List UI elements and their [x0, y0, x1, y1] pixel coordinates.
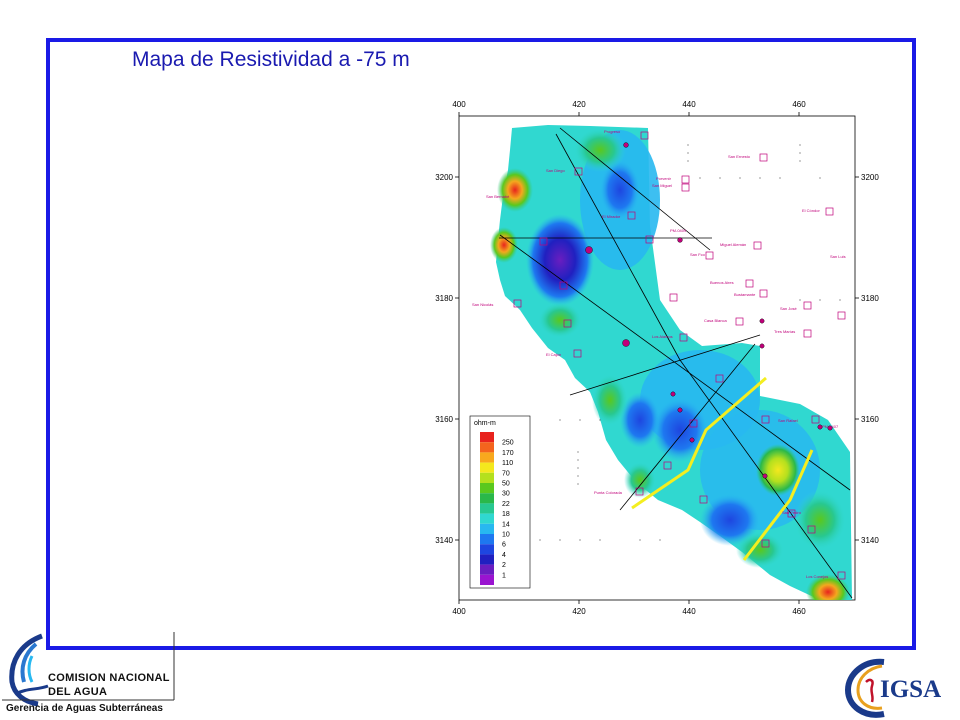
site-label: Casa Blanca	[704, 318, 727, 323]
site-label: El Mirador	[602, 214, 621, 219]
site-label: Buenos Aires	[710, 280, 734, 285]
color-legend: ohm-m 250 170 110 70 50 30 22 18 14 10 6 4 2 1	[469, 415, 531, 589]
legend-value-label: 22	[502, 501, 510, 508]
site-label: Tres Marías	[774, 329, 795, 334]
site-label: San Diego	[546, 168, 565, 173]
conagua-name-line2: DEL AGUA	[48, 686, 108, 698]
legend-value-label: 70	[502, 470, 510, 477]
legend-box	[469, 415, 531, 589]
y-tick-label: 3180	[435, 294, 453, 303]
y-tick-label: 3160	[861, 415, 879, 424]
site-label: Porvenir	[656, 176, 672, 181]
site-label: Miguel Alemán	[720, 242, 746, 247]
x-tick-label: 460	[792, 100, 806, 109]
site-label: El Cajón	[546, 352, 561, 357]
legend-swatch	[480, 452, 494, 463]
site-label: PM-0409	[670, 228, 687, 233]
conagua-subtitle: Gerencia de Aguas Subterráneas	[6, 703, 163, 714]
legend-value-label: 2	[502, 562, 506, 569]
legend-value-label: 1	[502, 572, 506, 579]
site-label: San Nicolás	[472, 302, 493, 307]
site-label: San José	[780, 306, 797, 311]
legend-swatch	[480, 523, 494, 534]
legend-swatch	[480, 503, 494, 514]
x-tick-label: 460	[792, 607, 806, 616]
resistivity-map: Progreso San Ernesto San Diego Porvenir …	[435, 100, 879, 616]
legend-value-label: 250	[502, 440, 514, 447]
site-label: San Miguel	[652, 183, 672, 188]
conagua-name-line1: COMISION NACIONAL	[48, 672, 170, 684]
site-label: Los Alamos	[652, 334, 673, 339]
legend-value-label: 110	[502, 460, 513, 467]
legend-value-label: 6	[502, 542, 506, 549]
legend-swatch	[480, 554, 494, 565]
legend-swatch	[480, 472, 494, 483]
site-label: San Luis	[830, 254, 846, 259]
legend-value-label: 18	[502, 511, 510, 518]
x-tick-label: 400	[452, 100, 466, 109]
site-label: Punta Colorada	[594, 490, 623, 495]
site-label: El Cóndor	[802, 208, 820, 213]
site-label: San Pedro	[782, 510, 802, 515]
legend-value-label: 10	[502, 532, 510, 539]
legend-value-label: 50	[502, 481, 510, 488]
x-tick-label: 440	[682, 100, 696, 109]
legend-swatch	[480, 564, 494, 575]
legend-value-label: 30	[502, 491, 510, 498]
site-label: San Fco	[690, 252, 706, 257]
x-tick-label: 440	[682, 607, 696, 616]
y-tick-label: 3180	[861, 294, 879, 303]
y-tick-label: 3200	[435, 173, 453, 182]
legend-swatch	[480, 544, 494, 555]
x-tick-label: 420	[572, 607, 586, 616]
x-tick-label: 420	[572, 100, 586, 109]
legend-value-label: 14	[502, 521, 510, 528]
y-tick-label: 3200	[861, 173, 879, 182]
igsa-wordmark: IGSA	[880, 676, 942, 703]
y-tick-label: 3140	[861, 536, 879, 545]
legend-swatch	[480, 513, 494, 524]
legend-value-label: 170	[502, 450, 514, 457]
x-tick-label: 400	[452, 607, 466, 616]
site-label: San Ernesto	[728, 154, 751, 159]
site-label: PM-0407	[822, 424, 839, 429]
legend-unit: ohm-m	[474, 420, 496, 427]
legend-value-label: 4	[502, 552, 506, 559]
legend-swatch	[480, 483, 494, 494]
site-label: Los Conejos	[806, 574, 828, 579]
legend-swatch	[480, 493, 494, 504]
legend-swatch	[480, 574, 494, 585]
site-label: Progreso	[604, 129, 621, 134]
site-label: San Bernabé	[486, 194, 510, 199]
site-label: Bustamante	[734, 292, 756, 297]
y-tick-label: 3140	[435, 536, 453, 545]
site-label: San Rafael	[778, 418, 798, 423]
legend-swatch	[480, 442, 494, 453]
legend-swatch	[480, 462, 494, 473]
y-tick-label: 3160	[435, 415, 453, 424]
legend-swatch	[480, 432, 494, 443]
legend-swatch	[480, 534, 494, 545]
